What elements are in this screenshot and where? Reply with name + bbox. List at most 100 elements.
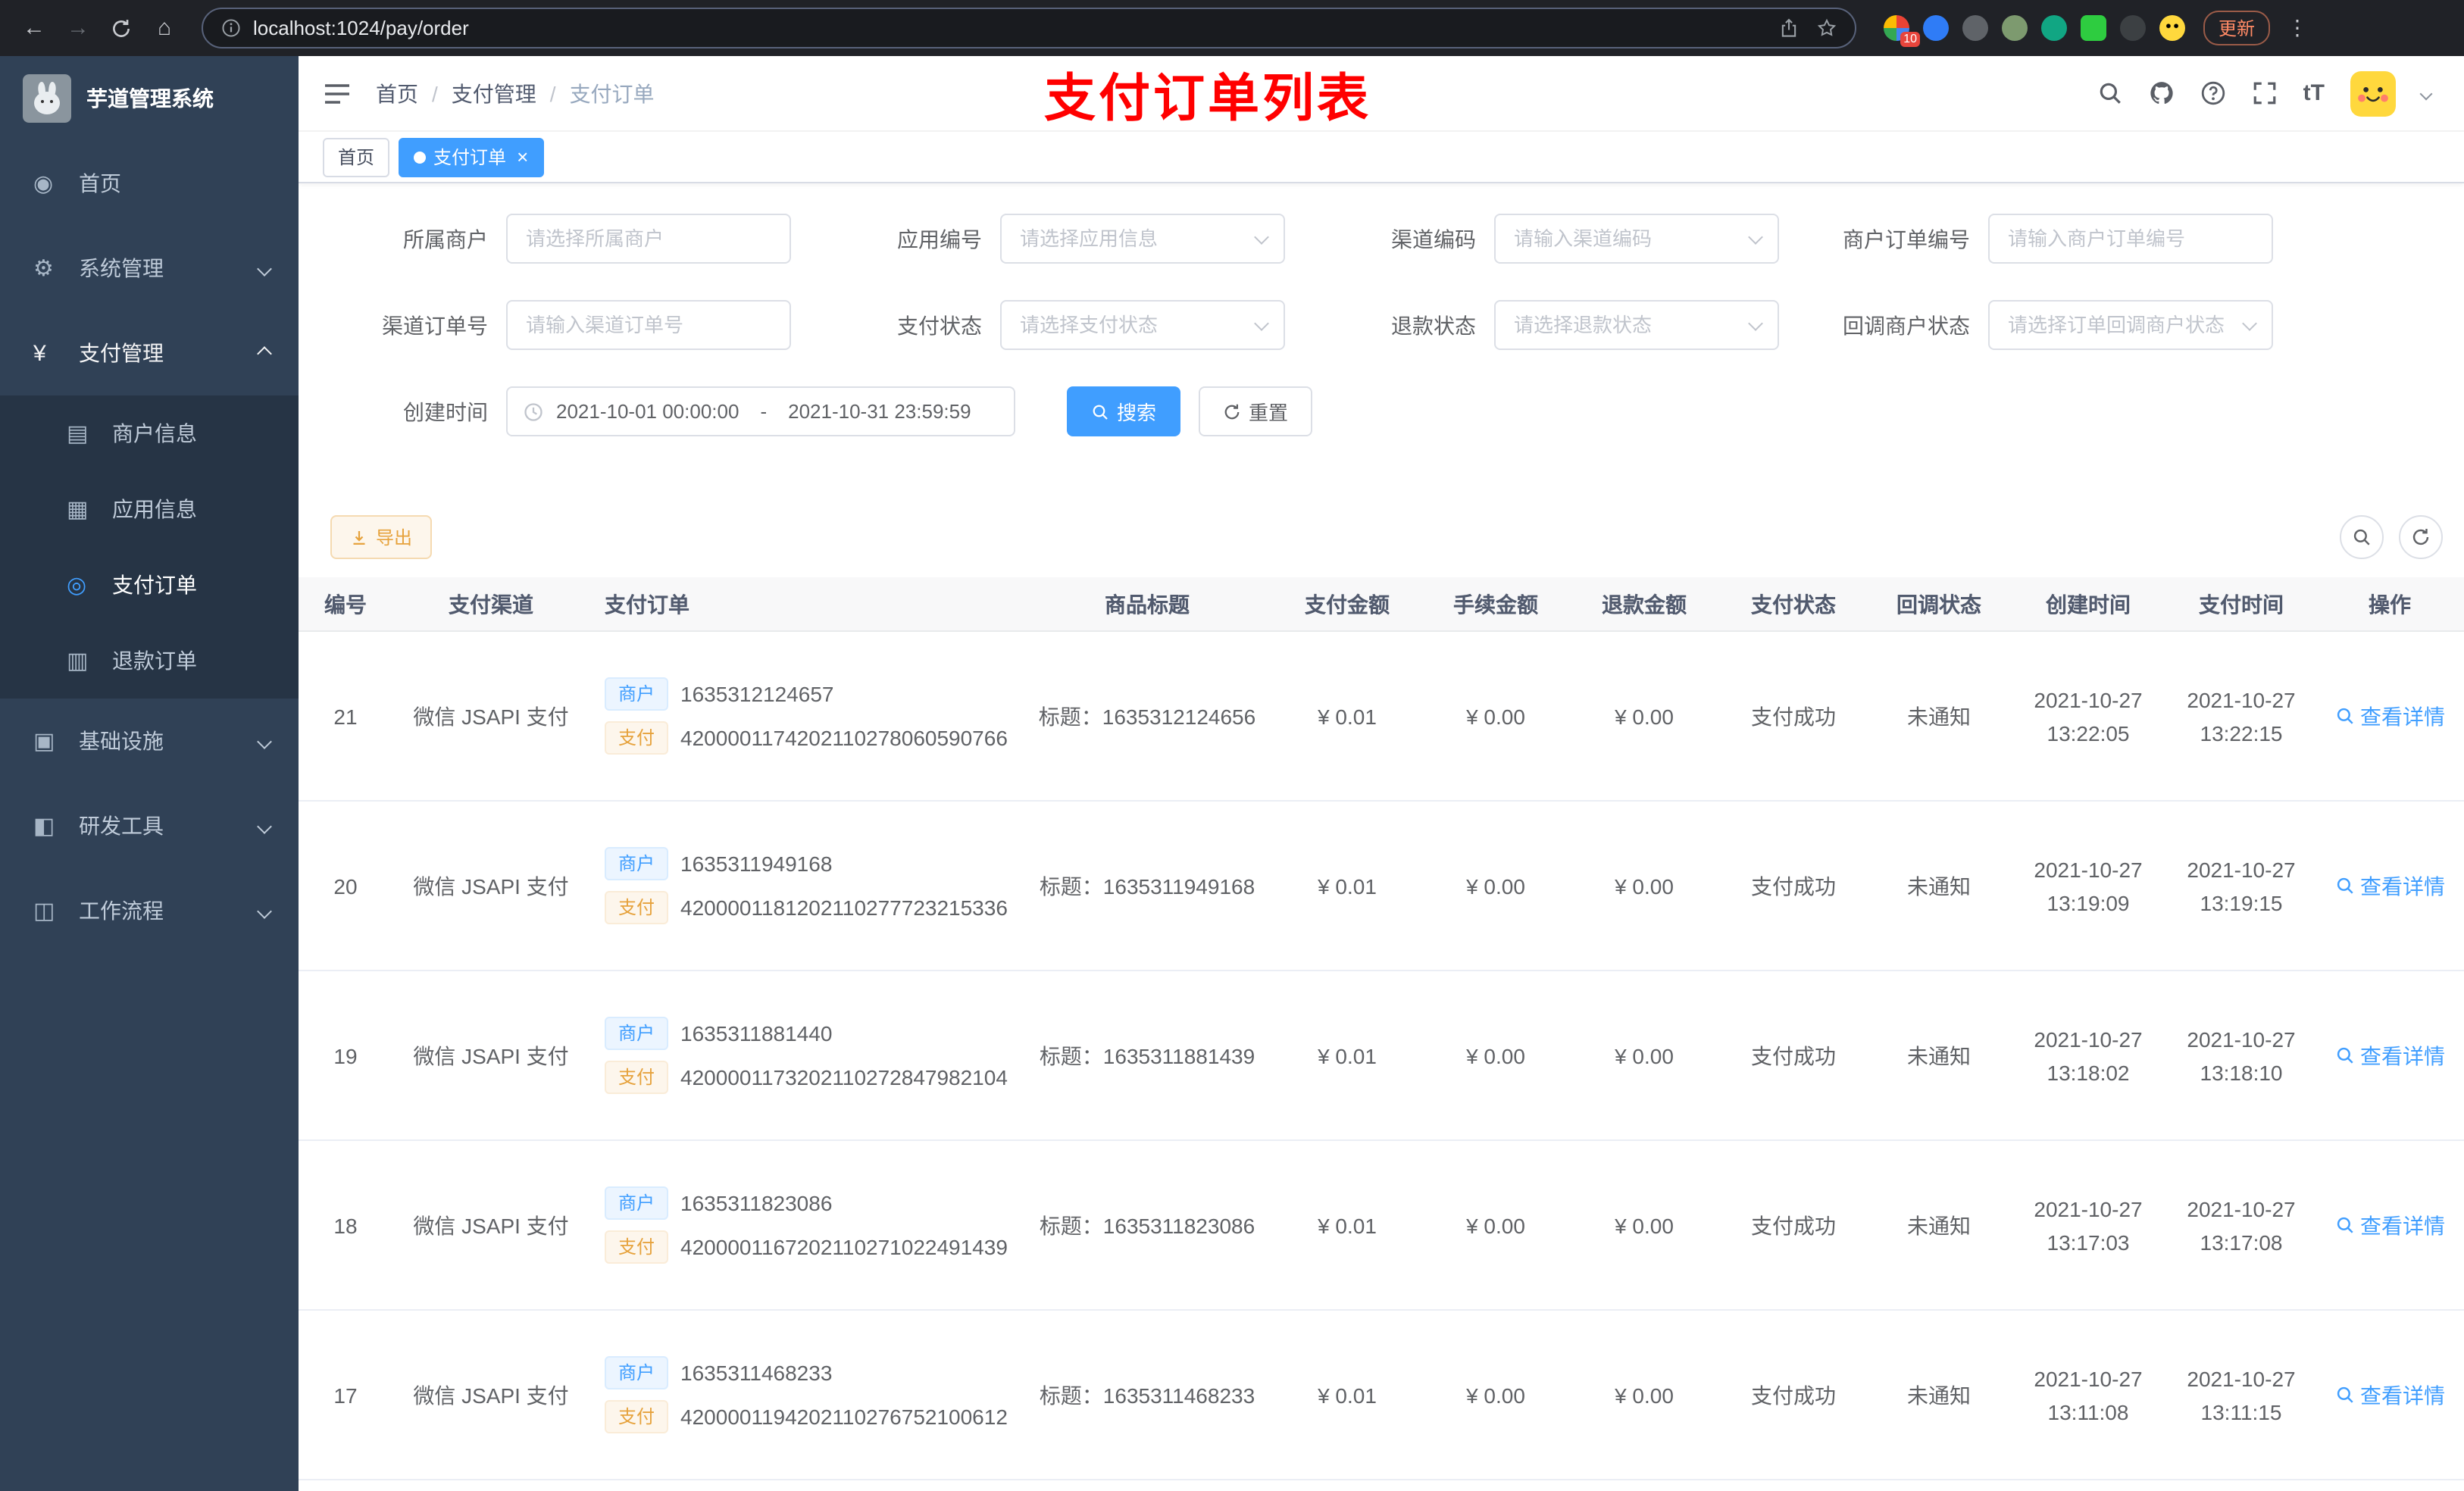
bookmark-star-icon[interactable] [1817, 18, 1837, 38]
view-detail-link[interactable]: 查看详情 [2334, 701, 2445, 731]
cell-create-time: 2021-10-27 13:17:03 [2034, 1196, 2143, 1254]
browser-home-button[interactable]: ⌂ [145, 0, 183, 56]
workflow-icon: ◫ [33, 899, 55, 924]
date-range-input[interactable]: 2021-10-01 00:00:00 - 2021-10-31 23:59:5… [506, 386, 1015, 436]
search-icon [2334, 1046, 2354, 1065]
cell-refund-amount: ¥ 0.00 [1615, 874, 1674, 898]
table-row[interactable]: 18 微信 JSAPI 支付 商户 1635311823086 支付 4200001… [299, 1141, 2464, 1311]
sidebar-item-payment[interactable]: ¥ 支付管理 [0, 311, 299, 395]
header-actions: tT [2097, 70, 2433, 116]
refund-status-select[interactable] [1494, 300, 1779, 350]
browser-reload-button[interactable] [111, 17, 132, 39]
view-detail-link[interactable]: 查看详情 [2334, 1380, 2445, 1410]
search-icon [2334, 1215, 2354, 1235]
notify-status-select[interactable] [1988, 300, 2273, 350]
tabs-bar: 首页 支付订单 × [299, 132, 2464, 183]
pay-tag: 支付 [605, 1400, 669, 1433]
extension-icon-1[interactable]: 10 [1884, 15, 1920, 47]
pay-tag: 支付 [605, 1230, 669, 1264]
table-row[interactable]: 19 微信 JSAPI 支付 商户 1635311881440 支付 4200001… [299, 971, 2464, 1141]
filter-form: 所属商户 应用编号 渠道编码 商户订单编号 渠道订单号 [299, 183, 2464, 473]
merchant-tag: 商户 [605, 1186, 669, 1220]
cell-refund-amount: ¥ 0.00 [1615, 1213, 1674, 1237]
export-button[interactable]: 导出 [330, 515, 433, 559]
extension-icon-5[interactable] [2041, 15, 2067, 41]
cell-pay-amount: ¥ 0.01 [1318, 1213, 1377, 1237]
pay-status-select[interactable] [1000, 300, 1285, 350]
browser-forward-button[interactable]: → [59, 0, 97, 56]
extension-icon-4[interactable] [2002, 15, 2028, 41]
table-row[interactable]: 商户163531115786 支付 [299, 1480, 2464, 1491]
view-detail-link[interactable]: 查看详情 [2334, 1210, 2445, 1240]
site-info-icon[interactable] [221, 18, 241, 38]
share-icon[interactable] [1779, 18, 1799, 38]
search-icon[interactable] [2097, 80, 2123, 106]
sidebar-item-refund-order[interactable]: ▥ 退款订单 [0, 623, 299, 699]
close-tab-icon[interactable]: × [517, 145, 528, 168]
sidebar-item-workflow[interactable]: ◫ 工作流程 [0, 868, 299, 953]
extension-icon-7[interactable] [2120, 15, 2146, 41]
fullscreen-icon[interactable] [2252, 80, 2278, 106]
url-text[interactable]: localhost:1024/pay/order [253, 17, 1767, 39]
cell-pay-time: 2021-10-27 13:17:08 [2187, 1196, 2296, 1254]
user-avatar[interactable] [2350, 70, 2396, 116]
url-bar[interactable]: localhost:1024/pay/order [202, 8, 1856, 48]
merchant-order-no-input[interactable] [1988, 214, 2273, 264]
search-icon [2334, 706, 2354, 726]
table-row[interactable]: 20 微信 JSAPI 支付 商户 1635311949168 支付 4200001… [299, 802, 2464, 971]
extension-icon-2[interactable] [1923, 15, 1949, 41]
dashboard-icon: ◉ [33, 171, 54, 197]
merchant-input[interactable] [506, 214, 791, 264]
font-size-icon[interactable]: tT [2303, 80, 2325, 106]
app-header: 首页 / 支付管理 / 支付订单 支付订单列表 tT [299, 56, 2464, 132]
breadcrumb-payment[interactable]: 支付管理 [452, 78, 536, 108]
breadcrumb-home[interactable]: 首页 [376, 78, 418, 108]
channel-order-no-input[interactable] [506, 300, 791, 350]
table-row[interactable]: 17 微信 JSAPI 支付 商户 1635311468233 支付 4200001… [299, 1311, 2464, 1480]
sidebar-item-merchant-info[interactable]: ▤ 商户信息 [0, 395, 299, 471]
sidebar-item-app-info[interactable]: ▦ 应用信息 [0, 471, 299, 547]
browser-update-button[interactable]: 更新 [2203, 11, 2271, 45]
browser-back-button[interactable]: ← [15, 0, 53, 56]
app-title: 芋道管理系统 [86, 86, 214, 111]
help-icon[interactable] [2200, 80, 2226, 106]
tab-pay-order[interactable]: 支付订单 × [399, 137, 544, 177]
github-icon[interactable] [2149, 80, 2175, 106]
breadcrumb: 首页 / 支付管理 / 支付订单 [376, 78, 655, 108]
search-button[interactable]: 搜索 [1067, 386, 1181, 436]
refresh-table-button[interactable] [2399, 515, 2443, 559]
tab-home[interactable]: 首页 [323, 137, 390, 177]
extension-badge: 10 [1900, 32, 1920, 47]
cell-refund-amount: ¥ 0.00 [1615, 1383, 1674, 1407]
caret-down-icon[interactable] [2419, 86, 2433, 100]
cell-refund-amount: ¥ 0.00 [1615, 704, 1674, 728]
cell-order-no: 商户 1635311823086 支付 4200001167202110271022… [589, 1176, 1021, 1274]
sidebar-item-home[interactable]: ◉ 首页 [0, 141, 299, 226]
cell-fee-amount: ¥ 0.00 [1466, 1043, 1525, 1067]
extension-icon-8[interactable] [2159, 15, 2185, 41]
sidebar-item-infra[interactable]: ▣ 基础设施 [0, 699, 299, 783]
document-icon: ▥ [67, 649, 89, 674]
filter-merchant: 所属商户 [330, 214, 791, 264]
toggle-search-button[interactable] [2340, 515, 2384, 559]
table-row[interactable]: 21 微信 JSAPI 支付 商户 1635312124657 支付 4200001… [299, 632, 2464, 802]
hamburger-icon[interactable] [323, 81, 352, 105]
date-end[interactable]: 2021-10-31 23:59:59 [788, 400, 971, 423]
sidebar-item-system[interactable]: ⚙ 系统管理 [0, 226, 299, 311]
extension-icon-3[interactable] [1962, 15, 1988, 41]
sidebar-item-dev-tools[interactable]: ◧ 研发工具 [0, 783, 299, 868]
view-detail-link[interactable]: 查看详情 [2334, 1040, 2445, 1071]
reset-button[interactable]: 重置 [1199, 386, 1313, 436]
view-detail-link[interactable]: 查看详情 [2334, 871, 2445, 901]
channel-code-select[interactable] [1494, 214, 1779, 264]
sidebar-item-pay-order[interactable]: ◎ 支付订单 [0, 547, 299, 623]
chevron-down-icon [257, 733, 272, 749]
pay-tag: 支付 [605, 721, 669, 755]
refresh-icon [1223, 402, 1241, 420]
date-start[interactable]: 2021-10-01 00:00:00 [556, 400, 739, 423]
browser-menu-icon[interactable]: ⋮ [2284, 15, 2311, 41]
extension-icon-6[interactable] [2081, 15, 2106, 41]
clock-icon [523, 401, 544, 422]
app-logo: 芋道管理系统 [0, 56, 299, 141]
app-no-select[interactable] [1000, 214, 1285, 264]
